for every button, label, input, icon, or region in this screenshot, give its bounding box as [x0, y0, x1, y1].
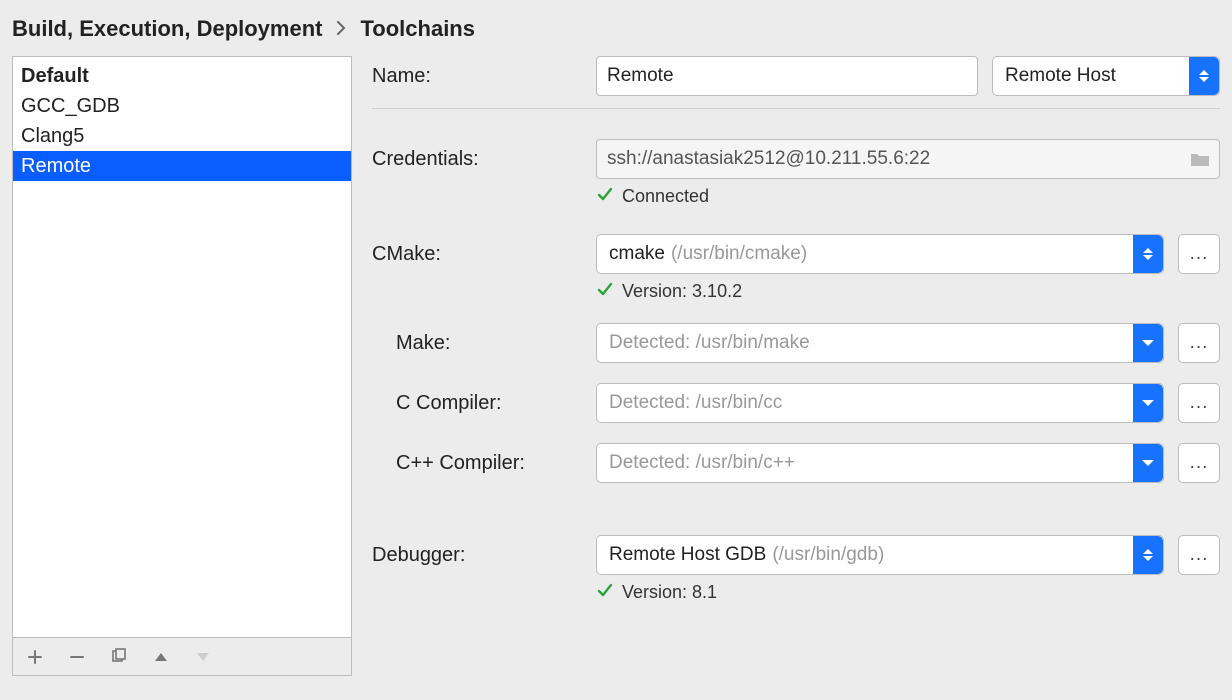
check-icon: [596, 185, 614, 208]
chevron-down-icon: [1133, 324, 1163, 362]
breadcrumb-current: Toolchains: [360, 16, 475, 42]
make-label: Make:: [372, 332, 596, 355]
toolchain-type-select[interactable]: Remote Host: [992, 56, 1220, 96]
cpp-compiler-browse-button[interactable]: ...: [1178, 443, 1220, 483]
cpp-compiler-label: C++ Compiler:: [372, 452, 596, 475]
debugger-path-hint: (/usr/bin/gdb): [772, 544, 884, 566]
debugger-status: Version: 8.1: [596, 581, 1220, 604]
breadcrumb: Build, Execution, Deployment Toolchains: [0, 0, 1232, 56]
check-icon: [596, 280, 614, 303]
cmake-select[interactable]: cmake (/usr/bin/cmake): [596, 234, 1164, 274]
cmake-label: CMake:: [372, 243, 596, 266]
toolchain-type-value: Remote Host: [1005, 65, 1116, 87]
cpp-compiler-select[interactable]: Detected: /usr/bin/c++: [596, 443, 1164, 483]
credentials-label: Credentials:: [372, 148, 596, 171]
chevron-down-icon: [1133, 384, 1163, 422]
cmake-browse-button[interactable]: ...: [1178, 234, 1220, 274]
breadcrumb-parent[interactable]: Build, Execution, Deployment: [12, 16, 322, 42]
chevron-right-icon: [336, 19, 346, 40]
credentials-value: ssh://anastasiak2512@10.211.55.6:22: [607, 148, 930, 170]
move-down-button[interactable]: [191, 645, 215, 669]
name-label: Name:: [372, 65, 596, 88]
c-compiler-select[interactable]: Detected: /usr/bin/cc: [596, 383, 1164, 423]
updown-icon: [1189, 57, 1219, 95]
cmake-version-text: Version: 3.10.2: [622, 281, 742, 302]
sidebar-toolbar: [13, 637, 351, 675]
debugger-value: Remote Host GDB: [609, 544, 766, 566]
credentials-field[interactable]: ssh://anastasiak2512@10.211.55.6:22: [596, 139, 1220, 179]
debugger-browse-button[interactable]: ...: [1178, 535, 1220, 575]
debugger-label: Debugger:: [372, 544, 596, 567]
cmake-status: Version: 3.10.2: [596, 280, 1220, 303]
toolchain-item-default[interactable]: Default: [13, 61, 351, 91]
toolchains-list[interactable]: Default GCC_GDB Clang5 Remote: [13, 57, 351, 637]
folder-icon[interactable]: [1189, 140, 1211, 178]
toolchain-form: Name: Remote Host Credentials: ssh://ana…: [372, 56, 1220, 676]
c-compiler-browse-button[interactable]: ...: [1178, 383, 1220, 423]
debugger-select[interactable]: Remote Host GDB (/usr/bin/gdb): [596, 535, 1164, 575]
name-input[interactable]: [596, 56, 978, 96]
remove-button[interactable]: [65, 645, 89, 669]
make-placeholder: Detected: /usr/bin/make: [609, 332, 810, 354]
move-up-button[interactable]: [149, 645, 173, 669]
cpp-compiler-placeholder: Detected: /usr/bin/c++: [609, 452, 795, 474]
updown-icon: [1133, 536, 1163, 574]
toolchain-item-remote[interactable]: Remote: [13, 151, 351, 181]
chevron-down-icon: [1133, 444, 1163, 482]
credentials-status: Connected: [596, 185, 1220, 208]
connected-text: Connected: [622, 186, 709, 207]
c-compiler-label: C Compiler:: [372, 392, 596, 415]
toolchains-sidebar: Default GCC_GDB Clang5 Remote: [12, 56, 352, 676]
copy-button[interactable]: [107, 645, 131, 669]
make-browse-button[interactable]: ...: [1178, 323, 1220, 363]
updown-icon: [1133, 235, 1163, 273]
check-icon: [596, 581, 614, 604]
make-select[interactable]: Detected: /usr/bin/make: [596, 323, 1164, 363]
cmake-value: cmake: [609, 243, 665, 265]
c-compiler-placeholder: Detected: /usr/bin/cc: [609, 392, 782, 414]
divider: [372, 108, 1220, 109]
debugger-version-text: Version: 8.1: [622, 582, 717, 603]
cmake-path-hint: (/usr/bin/cmake): [671, 243, 807, 265]
add-button[interactable]: [23, 645, 47, 669]
toolchain-item-gcc-gdb[interactable]: GCC_GDB: [13, 91, 351, 121]
toolchain-item-clang5[interactable]: Clang5: [13, 121, 351, 151]
